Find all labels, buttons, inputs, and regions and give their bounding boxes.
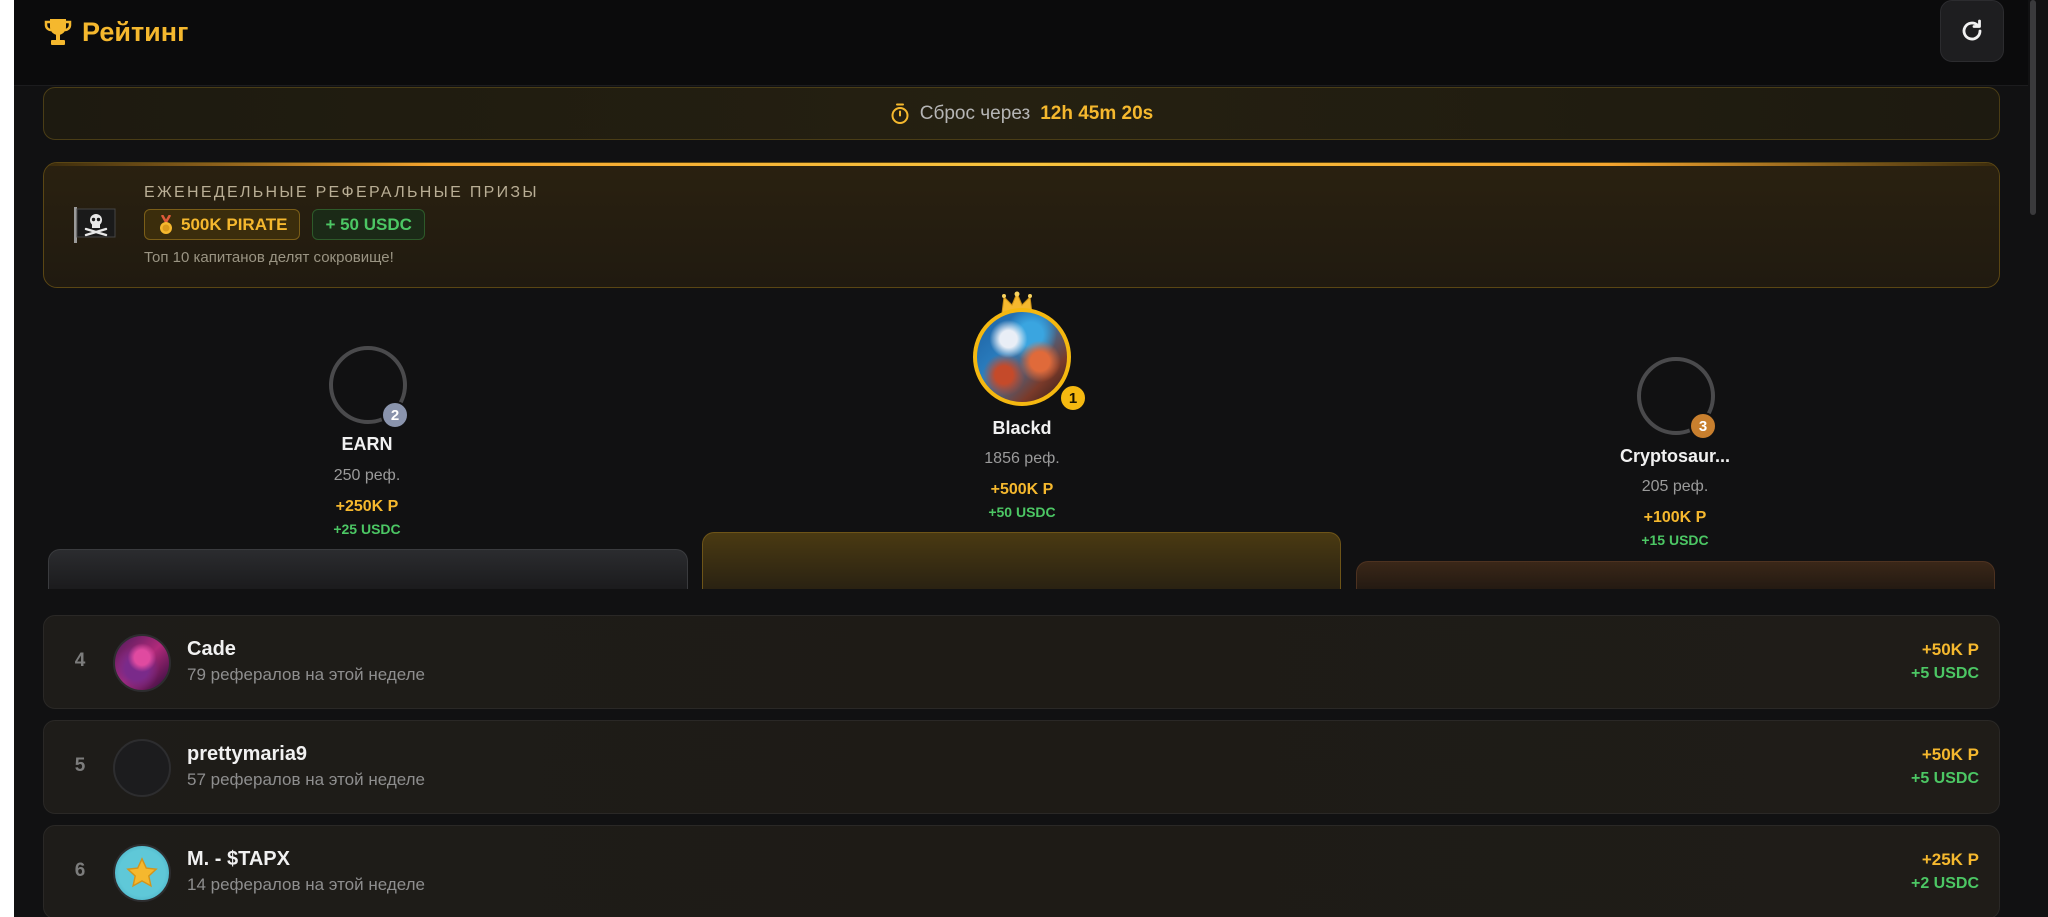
row-rank: 6 xyxy=(74,860,86,881)
prize-subtitle: Топ 10 капитанов делят сокровище! xyxy=(144,249,394,266)
star-icon xyxy=(126,857,158,888)
row-referrals: 14 рефералов на этой неделе xyxy=(187,875,425,894)
podium-name: Blackd xyxy=(992,418,1052,438)
row-rank: 4 xyxy=(74,650,86,671)
header: Рейтинг xyxy=(14,0,2028,86)
prize-heading: ЕЖЕНЕДЕЛЬНЫЕ РЕФЕРАЛЬНЫЕ ПРИЗЫ xyxy=(144,184,539,201)
usdc-prize-badge: + 50 USDC xyxy=(312,209,425,240)
pedestal-third xyxy=(1356,561,1995,589)
pirate-flag-icon xyxy=(74,207,116,243)
podium-pirate-reward: +250K P xyxy=(335,498,399,515)
podium-pirate-reward: +100K P xyxy=(1643,509,1707,526)
avatar xyxy=(113,739,171,797)
rank-badge-3: 3 xyxy=(1689,412,1717,440)
podium-pirate-reward: +500K P xyxy=(990,481,1054,498)
row-pirate-reward: +25K P xyxy=(1921,850,1979,869)
leaderboard-app: Рейтинг Сброс через 12h 45m 20s ЕЖЕНЕДЕЛ… xyxy=(14,0,2028,917)
podium-usdc-reward: +50 USDC xyxy=(988,504,1056,520)
row-usdc-reward: +5 USDC xyxy=(1910,665,1979,682)
row-name: prettymaria9 xyxy=(187,743,308,765)
row-usdc-reward: +5 USDC xyxy=(1910,770,1979,787)
row-pirate-reward: +50K P xyxy=(1921,640,1979,659)
stopwatch-icon xyxy=(891,103,909,124)
avatar xyxy=(113,634,171,692)
podium-name: Cryptosaur... xyxy=(1619,446,1731,466)
row-rank: 5 xyxy=(74,755,86,776)
podium-usdc-reward: +15 USDC xyxy=(1641,532,1709,548)
podium-refs: 205 реф. xyxy=(1641,478,1709,495)
reset-timer-bar: Сброс через 12h 45m 20s xyxy=(43,87,2000,140)
page-title-text: Рейтинг xyxy=(82,16,189,47)
list-item[interactable]: 5 prettymaria9 57 рефералов на этой неде… xyxy=(43,720,2000,814)
usdc-prize-text: + 50 USDC xyxy=(325,214,412,234)
refresh-button[interactable] xyxy=(1940,0,2004,62)
prize-badges: 500K PIRATE + 50 USDC xyxy=(144,209,425,240)
podium-refs: 1856 реф. xyxy=(984,450,1060,467)
row-name: M. - $TAPX xyxy=(187,848,290,870)
refresh-icon xyxy=(1962,19,1982,41)
avatar xyxy=(113,844,171,902)
row-referrals: 79 рефералов на этой неделе xyxy=(187,665,425,684)
rank-badge-1: 1 xyxy=(1059,384,1087,412)
list-item[interactable]: 4 Cade 79 рефералов на этой неделе +50K … xyxy=(43,615,2000,709)
scrollbar-thumb[interactable] xyxy=(2030,0,2036,215)
pedestal-second xyxy=(48,549,688,589)
banner-accent-line xyxy=(44,163,1999,166)
pedestal-first xyxy=(702,532,1341,589)
row-name: Cade xyxy=(187,638,236,660)
page-title: Рейтинг xyxy=(44,14,188,50)
podium-refs: 250 реф. xyxy=(333,467,401,484)
avatar xyxy=(973,308,1071,406)
podium-name: EARN xyxy=(341,434,393,454)
trophy-icon xyxy=(44,19,72,45)
medal-icon xyxy=(160,214,172,234)
pirate-prize-badge: 500K PIRATE xyxy=(144,209,301,240)
weekly-prize-banner: ЕЖЕНЕДЕЛЬНЫЕ РЕФЕРАЛЬНЫЕ ПРИЗЫ 500K PIRA… xyxy=(43,162,2000,288)
rank-badge-2: 2 xyxy=(381,401,409,429)
row-referrals: 57 рефералов на этой неделе xyxy=(187,770,425,789)
row-usdc-reward: +2 USDC xyxy=(1910,875,1979,892)
timer-value: 12h 45m 20s xyxy=(1040,102,1154,124)
timer-label: Сброс через xyxy=(919,102,1031,124)
pirate-prize-text: 500K PIRATE xyxy=(181,214,288,234)
row-pirate-reward: +50K P xyxy=(1921,745,1979,764)
podium-usdc-reward: +25 USDC xyxy=(333,521,401,537)
list-item[interactable]: 6 M. - $TAPX 14 рефералов на этой неделе… xyxy=(43,825,2000,917)
